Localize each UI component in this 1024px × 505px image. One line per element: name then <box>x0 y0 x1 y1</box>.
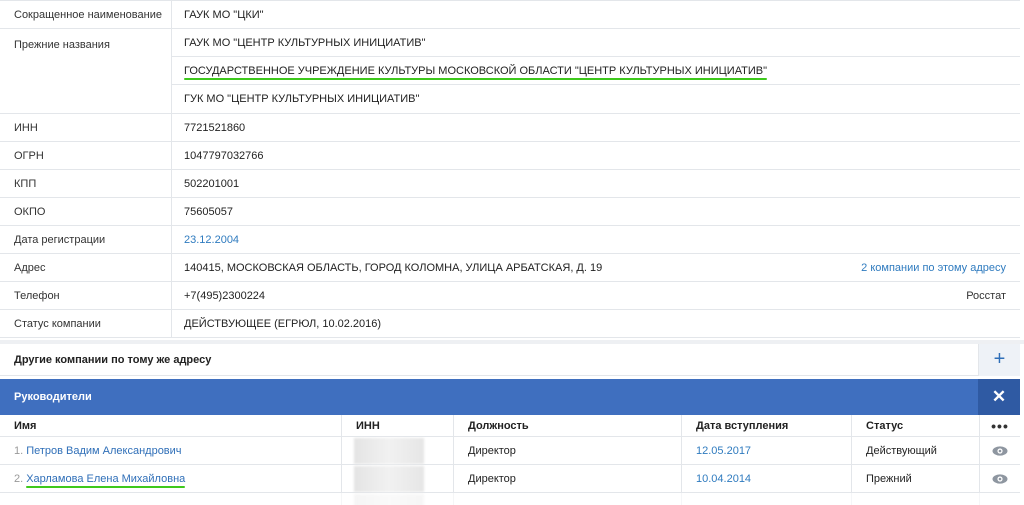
registration-date-label: Дата регистрации <box>0 226 172 253</box>
ogrn-label: ОГРН <box>0 142 172 169</box>
inn-label: ИНН <box>0 114 172 141</box>
kpp-value: 502201001 <box>184 177 240 190</box>
row-status: Статус компании ДЕЙСТВУЮЩЕЕ (ЕГРЮЛ, 10.0… <box>0 310 1020 338</box>
previous-names-label: Прежние названия <box>0 29 172 113</box>
other-companies-title: Другие компании по тому же адресу <box>14 353 212 366</box>
row-number: 1. <box>14 444 24 457</box>
table-row: 1. Петров Вадим Александрович Директор 1… <box>0 437 1020 465</box>
row-okpo: ОКПО 75605057 <box>0 198 1020 226</box>
table-row: 2. Харламова Елена Михайловна Директор 1… <box>0 465 1020 493</box>
leaders-table-header: Имя ИНН Должность Дата вступления Статус… <box>0 415 1020 437</box>
start-date-cell: 10.04.2014 <box>682 465 852 492</box>
blurred-inn <box>354 465 424 492</box>
registration-date-value[interactable]: 23.12.2004 <box>184 234 1006 246</box>
previous-name-item: ГАУК МО "ЦЕНТР КУЛЬТУРНЫХ ИНИЦИАТИВ" <box>172 29 1020 57</box>
leaders-table: Имя ИНН Должность Дата вступления Статус… <box>0 415 1020 505</box>
table-row-partial <box>0 493 1020 505</box>
phone-label: Телефон <box>0 282 172 309</box>
expand-plus-icon[interactable]: + <box>978 343 1020 376</box>
previous-name-item: ГУК МО "ЦЕНТР КУЛЬТУРНЫХ ИНИЦИАТИВ" <box>172 85 1020 113</box>
okpo-label: ОКПО <box>0 198 172 225</box>
blurred-inn <box>354 437 424 464</box>
blurred-inn <box>354 493 424 505</box>
companies-at-address-link[interactable]: 2 компании по этому адресу <box>861 262 1006 274</box>
eye-icon[interactable] <box>980 437 1020 464</box>
start-date-cell: 12.05.2017 <box>682 437 852 464</box>
previous-name-item: ГОСУДАРСТВЕННОЕ УЧРЕЖДЕНИЕ КУЛЬТУРЫ МОСК… <box>172 57 1020 85</box>
row-inn: ИНН 7721521860 <box>0 114 1020 142</box>
person-name-link[interactable]: Петров Вадим Александрович <box>26 445 181 457</box>
short-name-label: Сокращенное наименование <box>0 1 172 28</box>
kpp-label: КПП <box>0 170 172 197</box>
status-cell: Прежний <box>852 465 980 492</box>
address-label: Адрес <box>0 254 172 281</box>
column-date-header: Дата вступления <box>682 415 852 436</box>
row-short-name: Сокращенное наименование ГАУК МО "ЦКИ" <box>0 1 1020 29</box>
position-cell: Директор <box>454 437 682 464</box>
row-phone: Телефон +7(495)2300224 Росстат <box>0 282 1020 310</box>
column-position-header: Должность <box>454 415 682 436</box>
more-options-icon[interactable]: ••• <box>980 415 1020 436</box>
column-name-header: Имя <box>0 415 342 436</box>
row-ogrn: ОГРН 1047797032766 <box>0 142 1020 170</box>
status-cell: Действующий <box>852 437 980 464</box>
short-name-value: ГАУК МО "ЦКИ" <box>184 8 264 21</box>
previous-name-text: ГУК МО "ЦЕНТР КУЛЬТУРНЫХ ИНИЦИАТИВ" <box>184 93 420 105</box>
previous-name-text: ГАУК МО "ЦЕНТР КУЛЬТУРНЫХ ИНИЦИАТИВ" <box>184 36 426 49</box>
okpo-value: 75605057 <box>184 205 233 218</box>
highlight-underline <box>26 485 186 488</box>
leaders-header: Руководители ✕ <box>0 379 1020 415</box>
inn-value: 7721521860 <box>184 121 246 134</box>
close-icon[interactable]: ✕ <box>978 379 1020 415</box>
phone-source: Росстат <box>966 289 1006 302</box>
phone-value: +7(495)2300224 <box>184 289 266 302</box>
column-status-header: Статус <box>852 415 980 436</box>
eye-icon[interactable] <box>980 465 1020 492</box>
row-number: 2. <box>14 472 24 485</box>
highlight-underline <box>184 77 768 80</box>
ogrn-value: 1047797032766 <box>184 149 264 162</box>
column-inn-header: ИНН <box>342 415 454 436</box>
person-name-link[interactable]: Харламова Елена Михайловна <box>26 473 185 485</box>
company-info-table: Сокращенное наименование ГАУК МО "ЦКИ" П… <box>0 0 1020 338</box>
leaders-title: Руководители <box>14 391 92 403</box>
row-registration-date: Дата регистрации 23.12.2004 <box>0 226 1020 254</box>
status-label: Статус компании <box>0 310 172 337</box>
position-cell: Директор <box>454 465 682 492</box>
status-value: ДЕЙСТВУЮЩЕЕ (ЕГРЮЛ, 10.02.2016) <box>184 317 382 330</box>
previous-name-text: ГОСУДАРСТВЕННОЕ УЧРЕЖДЕНИЕ КУЛЬТУРЫ МОСК… <box>184 64 768 77</box>
address-value: 140415, МОСКОВСКАЯ ОБЛАСТЬ, ГОРОД КОЛОМН… <box>184 261 603 274</box>
row-kpp: КПП 502201001 <box>0 170 1020 198</box>
row-previous-names: Прежние названия ГАУК МО "ЦЕНТР КУЛЬТУРН… <box>0 29 1020 114</box>
row-address: Адрес 140415, МОСКОВСКАЯ ОБЛАСТЬ, ГОРОД … <box>0 254 1020 282</box>
other-companies-section[interactable]: Другие компании по тому же адресу + <box>0 343 1020 376</box>
